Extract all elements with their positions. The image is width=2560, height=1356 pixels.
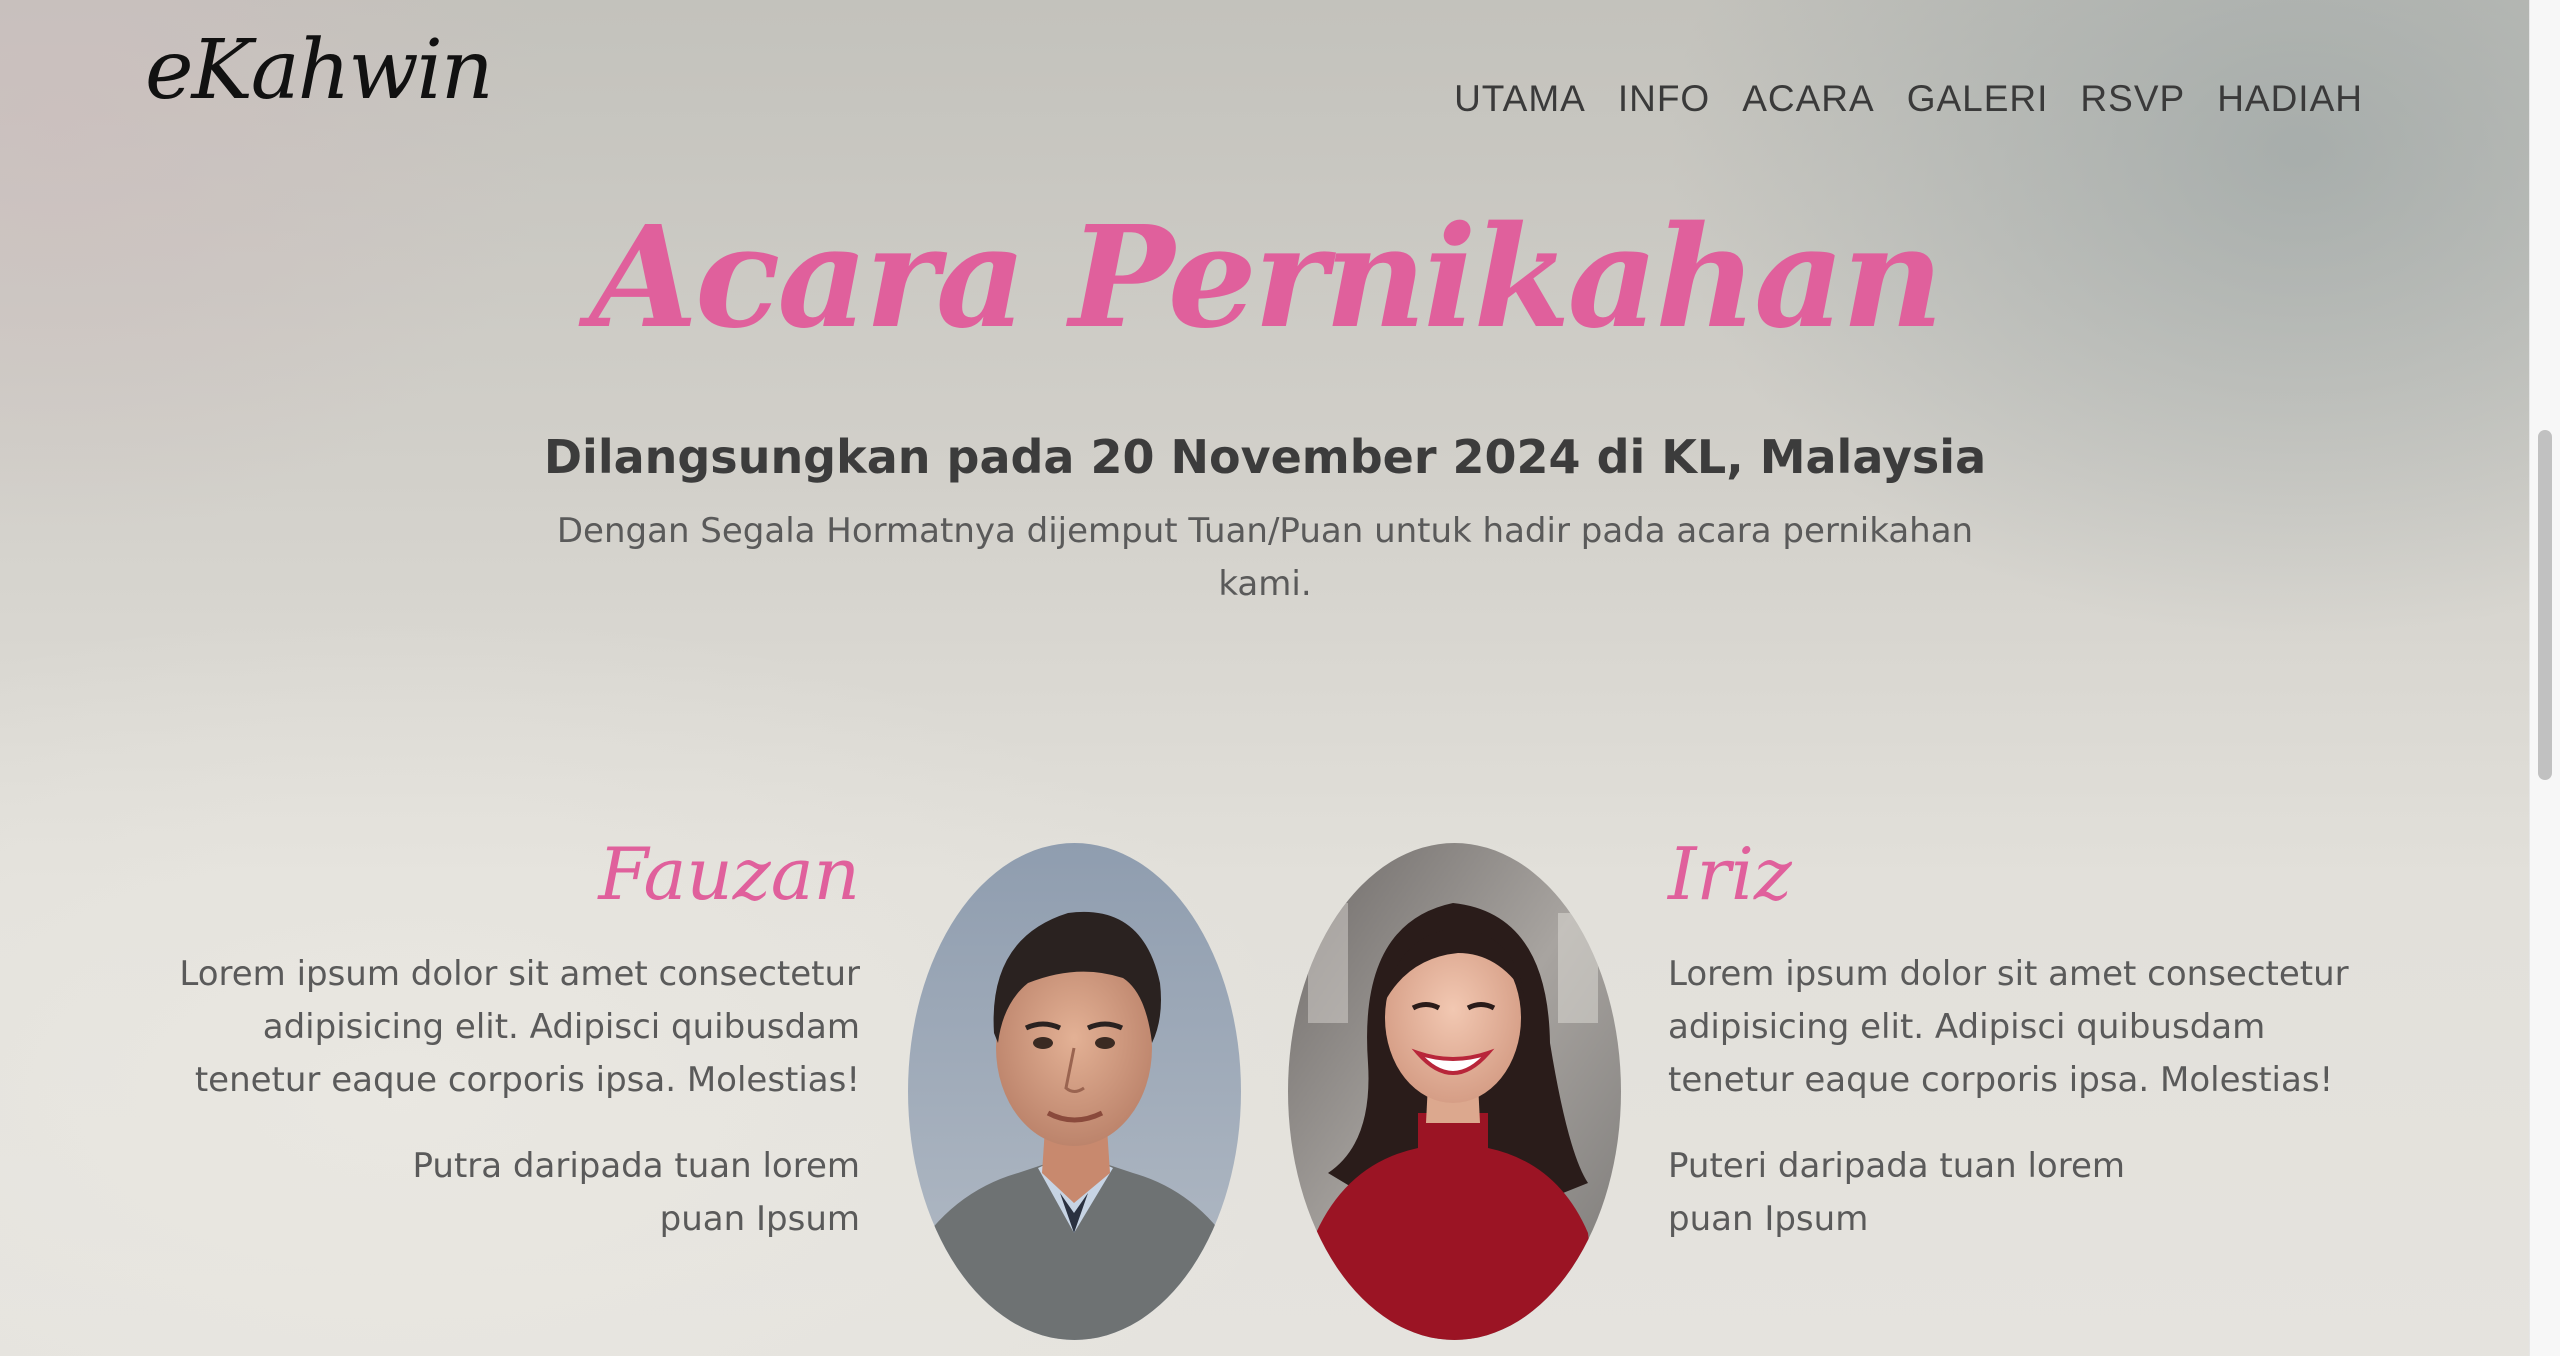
scrollbar-thumb[interactable] <box>2538 430 2552 780</box>
bride-description: Lorem ipsum dolor sit amet consectetur a… <box>1668 954 2349 1100</box>
groom-name: Fauzan <box>598 832 860 916</box>
bride-name: Iriz <box>1668 832 1792 916</box>
hero-subtitle: Dilangsungkan pada 20 November 2024 di K… <box>543 430 1987 484</box>
groom-parents: Putra daripada tuan lorem puan Ipsum <box>400 1140 860 1246</box>
groom-parents-line-1: Putra daripada tuan lorem <box>412 1146 860 1186</box>
hero-title: Acara Pernikahan <box>589 196 1943 360</box>
bride-parents: Puteri daripada tuan lorem puan Ipsum <box>1668 1140 2128 1246</box>
page-scrollbar[interactable] <box>2529 0 2560 1356</box>
groom-description: Lorem ipsum dolor sit amet consectetur a… <box>179 954 860 1100</box>
bride-photo <box>1288 843 1621 1340</box>
bride-parents-line-1: Puteri daripada tuan lorem <box>1668 1146 2126 1186</box>
nav-item-hadiah[interactable]: HADIAH <box>2217 78 2363 120</box>
nav-item-utama[interactable]: UTAMA <box>1454 78 1586 120</box>
nav-item-info[interactable]: INFO <box>1618 78 1710 120</box>
hero-invitation-text: Dengan Segala Hormatnya dijemput Tuan/Pu… <box>556 511 1974 604</box>
groom-photo <box>908 843 1241 1340</box>
main-nav: UTAMA INFO ACARA GALERI RSVP HADIAH <box>1454 78 2363 120</box>
wedding-page: eKahwin UTAMA INFO ACARA GALERI RSVP HAD… <box>0 0 2530 1356</box>
nav-item-galeri[interactable]: GALERI <box>1907 78 2049 120</box>
nav-item-acara[interactable]: ACARA <box>1742 78 1874 120</box>
nav-item-rsvp[interactable]: RSVP <box>2080 78 2185 120</box>
groom-parents-line-2: puan Ipsum <box>659 1199 860 1239</box>
bride-parents-line-2: puan Ipsum <box>1668 1199 1869 1239</box>
site-logo[interactable]: eKahwin <box>145 30 494 112</box>
